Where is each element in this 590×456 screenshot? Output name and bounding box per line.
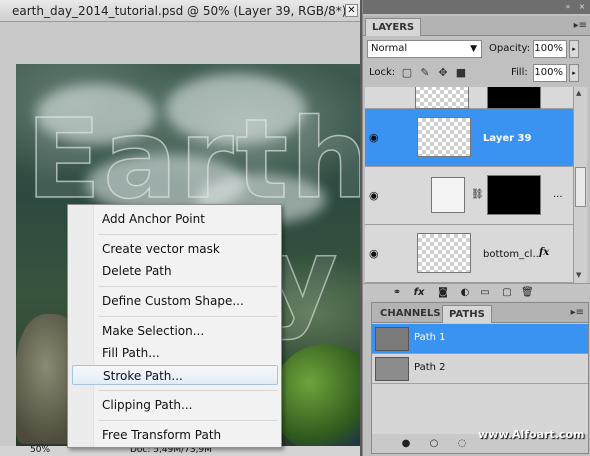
- layer-row-bottom-clouds[interactable]: ◉ bottom_cl... fx: [365, 225, 573, 283]
- layer-mask-thumbnail: [487, 87, 541, 109]
- path-name: Path 1: [414, 332, 446, 343]
- lock-brush-icon[interactable]: ✎: [419, 67, 431, 79]
- layer-row[interactable]: [365, 87, 573, 109]
- blend-mode-value: Normal: [371, 43, 408, 54]
- earth-text-path: Earth: [25, 95, 360, 223]
- zoom-level[interactable]: 50%: [30, 445, 50, 455]
- delete-layer-icon[interactable]: 🗑: [521, 287, 534, 299]
- new-layer-icon[interactable]: ▢: [501, 287, 513, 299]
- opacity-field[interactable]: 100%: [533, 40, 567, 58]
- menu-item-add-anchor-point[interactable]: Add Anchor Point: [72, 209, 278, 229]
- fill-label: Fill:: [511, 67, 528, 78]
- fill-path-icon[interactable]: ●: [400, 438, 412, 450]
- menu-item-create-vector-mask[interactable]: Create vector mask: [72, 239, 278, 259]
- layer-list: ◉ Layer 39 ◉ ⛓ ... ◉ bottom_cl... fx: [365, 87, 573, 283]
- tab-layers[interactable]: LAYERS: [365, 18, 422, 36]
- path-item-path-1[interactable]: Path 1: [372, 324, 588, 354]
- ruler-left: [0, 64, 16, 446]
- ruler-top: [0, 22, 360, 64]
- panel-menu-icon[interactable]: ▸≡: [571, 307, 584, 318]
- layers-tabbar: LAYERS ▸≡: [363, 16, 590, 36]
- lock-all-icon[interactable]: ■: [455, 67, 467, 79]
- adjustment-layer-icon[interactable]: ◐: [459, 287, 471, 299]
- path-item-path-2[interactable]: Path 2: [372, 354, 588, 384]
- visibility-eye-icon[interactable]: ◉: [369, 190, 383, 201]
- link-layers-icon[interactable]: ⚭: [391, 287, 403, 299]
- menu-item-define-custom-shape[interactable]: Define Custom Shape...: [72, 291, 278, 311]
- path-thumbnail: [375, 327, 409, 351]
- photoshop-window: earth_day_2014_tutorial.psd @ 50% (Layer…: [0, 0, 590, 456]
- scroll-thumb[interactable]: [575, 167, 586, 207]
- visibility-eye-icon[interactable]: ◉: [369, 132, 383, 143]
- layer-name[interactable]: ...: [553, 189, 563, 200]
- layers-footer: ⚭ fx ◙ ◐ ▭ ▢ 🗑: [363, 283, 590, 301]
- fill-stepper[interactable]: ▸: [569, 64, 579, 82]
- scroll-down-icon[interactable]: ▼: [576, 271, 581, 279]
- menu-separator: [98, 316, 278, 317]
- watermark: www.Alfoart.com: [478, 428, 585, 441]
- fx-icon[interactable]: fx: [539, 247, 549, 258]
- paths-tabbar: CHANNELS PATHS ▸≡: [372, 303, 588, 323]
- add-mask-icon[interactable]: ◙: [437, 287, 449, 299]
- blend-row: Normal ▼ Opacity: 100% ▸: [367, 38, 587, 62]
- menu-item-free-transform-path[interactable]: Free Transform Path: [72, 425, 278, 445]
- close-panel-icon[interactable]: ×: [577, 2, 587, 12]
- layer-thumbnail: [417, 233, 471, 273]
- tab-paths[interactable]: PATHS: [442, 305, 492, 323]
- collapse-icon[interactable]: »: [563, 2, 573, 12]
- panel-menu-icon[interactable]: ▸≡: [574, 20, 587, 31]
- close-icon[interactable]: ✕: [345, 4, 358, 17]
- visibility-eye-icon[interactable]: ◉: [369, 248, 383, 259]
- layer-name[interactable]: bottom_cl...: [483, 249, 542, 260]
- add-style-icon[interactable]: fx: [413, 287, 425, 299]
- layer-name[interactable]: Layer 39: [483, 133, 531, 144]
- blend-mode-select[interactable]: Normal ▼: [367, 40, 482, 58]
- lock-row: Lock: ▢ ✎ ✥ ■ Fill: 100% ▸: [367, 62, 587, 86]
- layers-scrollbar[interactable]: ▲ ▼: [573, 87, 587, 283]
- menu-item-fill-path[interactable]: Fill Path...: [72, 343, 278, 363]
- panel-title-strip: » ×: [363, 0, 590, 14]
- scroll-up-icon[interactable]: ▲: [576, 89, 581, 97]
- layer-mask-thumbnail: [487, 175, 541, 215]
- path-list: Path 1 Path 2: [372, 324, 588, 434]
- document-tab[interactable]: earth_day_2014_tutorial.psd @ 50% (Layer…: [0, 0, 360, 22]
- levels-adjustment-icon: [431, 177, 465, 213]
- layer-row-adjustment[interactable]: ◉ ⛓ ...: [365, 167, 573, 225]
- menu-separator: [98, 390, 278, 391]
- menu-item-clipping-path[interactable]: Clipping Path...: [72, 395, 278, 415]
- document-title: earth_day_2014_tutorial.psd @ 50% (Layer…: [12, 4, 357, 18]
- context-menu: Add Anchor Point Create vector mask Dele…: [67, 204, 282, 448]
- menu-item-stroke-path[interactable]: Stroke Path...: [72, 365, 278, 385]
- layer-row-layer-39[interactable]: ◉ Layer 39: [365, 109, 573, 167]
- lock-label: Lock:: [369, 67, 396, 78]
- stroke-path-icon[interactable]: ○: [428, 438, 440, 450]
- menu-separator: [98, 420, 278, 421]
- chevron-down-icon: ▼: [470, 44, 477, 54]
- menu-separator: [98, 234, 278, 235]
- globe-image: [271, 344, 360, 446]
- lock-transparent-icon[interactable]: ▢: [401, 67, 413, 79]
- load-selection-icon[interactable]: ◌: [456, 438, 468, 450]
- layer-thumbnail: [417, 117, 471, 157]
- path-thumbnail: [375, 357, 409, 381]
- layer-thumbnail: [415, 87, 469, 109]
- lock-move-icon[interactable]: ✥: [437, 67, 449, 79]
- menu-item-make-selection[interactable]: Make Selection...: [72, 321, 278, 341]
- opacity-stepper[interactable]: ▸: [569, 40, 579, 58]
- new-group-icon[interactable]: ▭: [479, 287, 491, 299]
- layers-panel: » × LAYERS ▸≡ Normal ▼ Opacity: 100% ▸ L…: [362, 0, 590, 456]
- fill-field[interactable]: 100%: [533, 64, 567, 82]
- menu-separator: [98, 286, 278, 287]
- chain-link-icon: ⛓: [471, 189, 484, 200]
- menu-item-delete-path[interactable]: Delete Path: [72, 261, 278, 281]
- path-name: Path 2: [414, 362, 446, 373]
- tab-channels[interactable]: CHANNELS: [374, 305, 447, 323]
- opacity-label: Opacity:: [489, 43, 531, 54]
